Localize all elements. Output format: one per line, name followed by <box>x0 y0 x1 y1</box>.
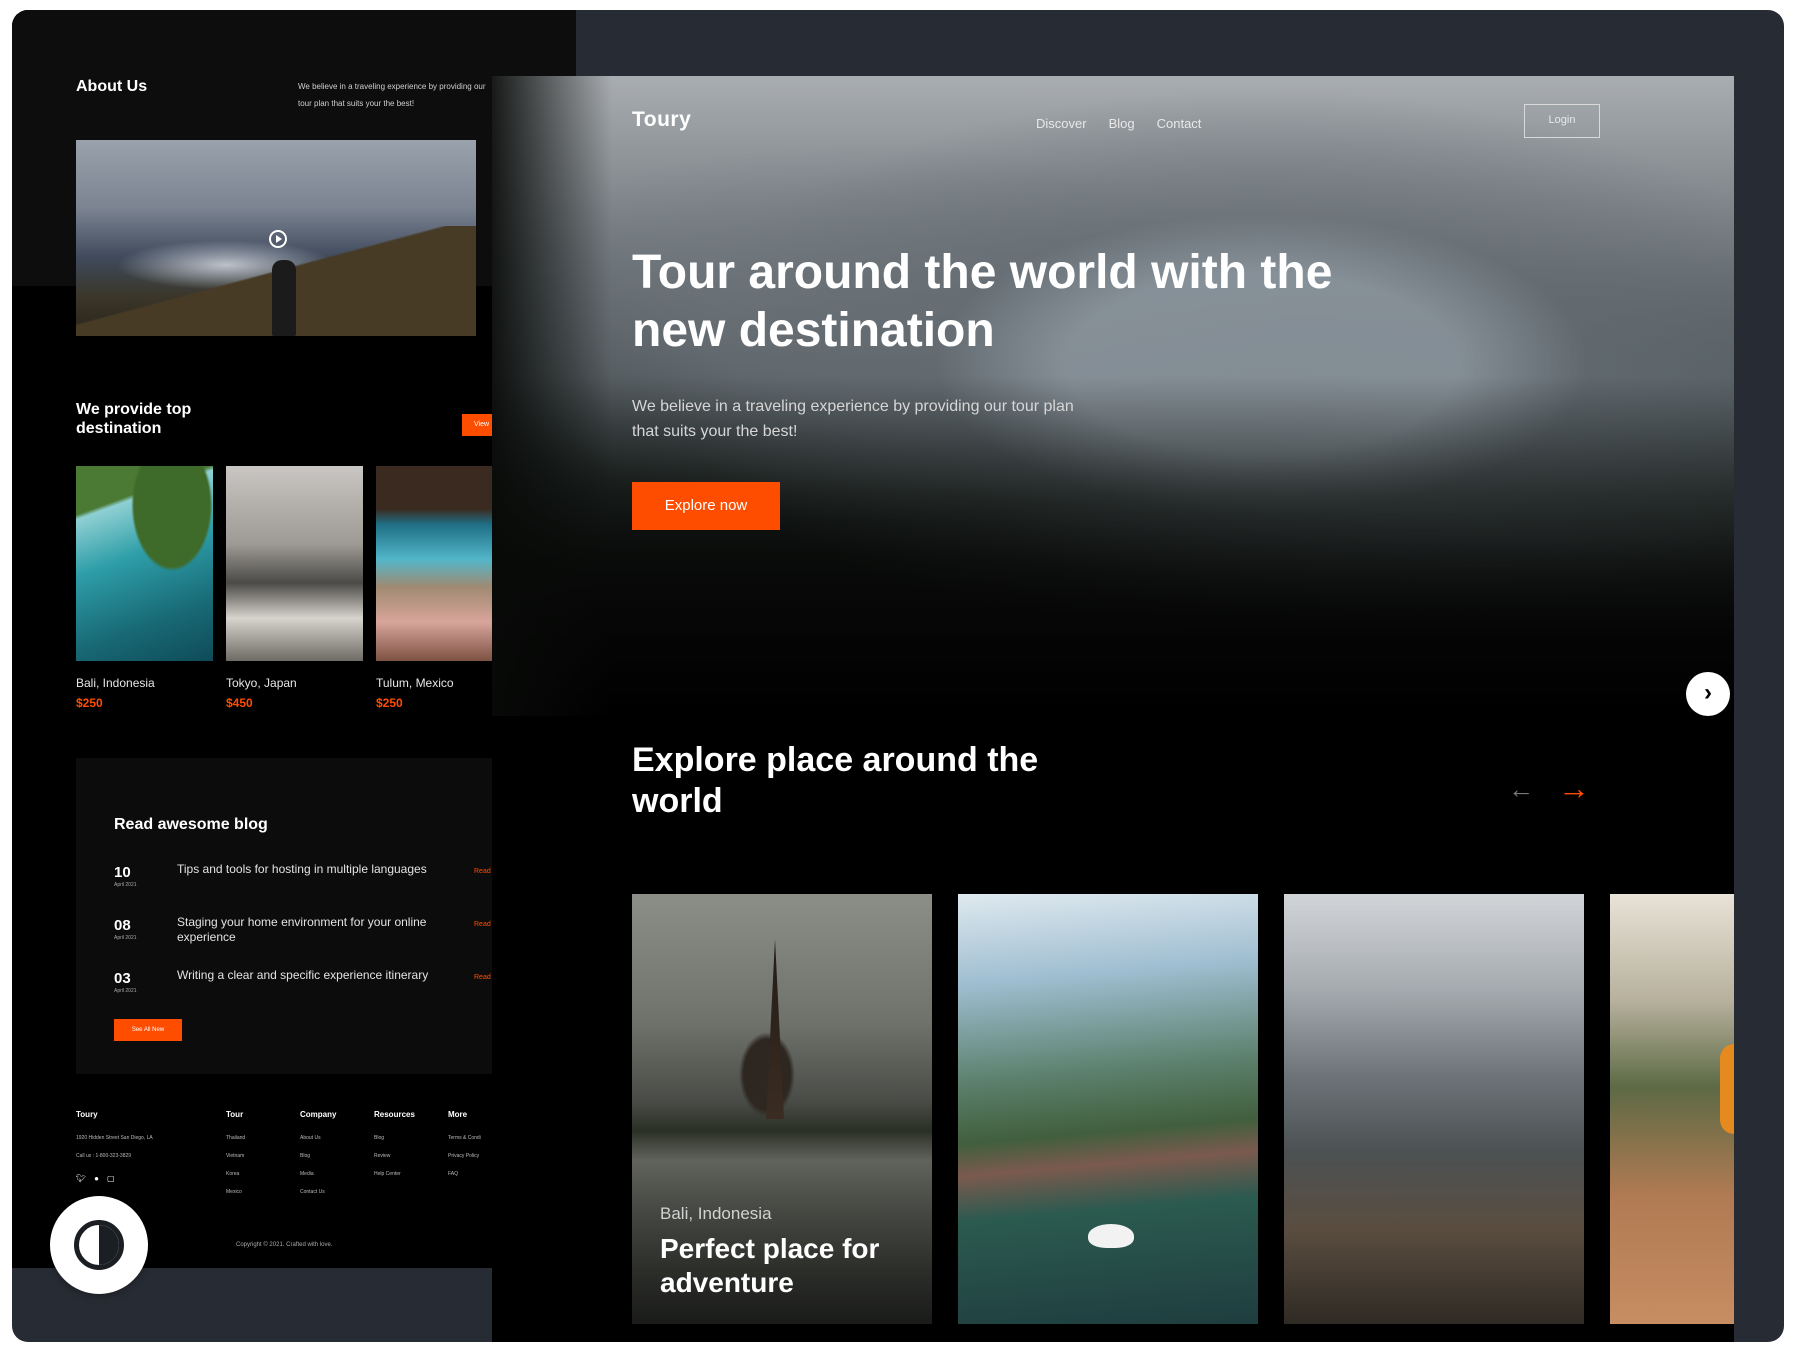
brand-logo[interactable]: Toury <box>632 108 691 132</box>
blog-read-link[interactable]: Read <box>474 868 491 875</box>
nav-discover[interactable]: Discover <box>1036 116 1087 131</box>
blog-section: Read awesome blog 10 April 2021 Tips and… <box>76 758 556 1074</box>
twitter-icon[interactable]: 🐦︎ <box>76 1174 86 1183</box>
footer-copyright: Copyright © 2021. Crafted with love. <box>236 1242 333 1248</box>
blog-day: 10 <box>114 864 131 881</box>
blog-month: April 2021 <box>114 882 137 888</box>
destination-image <box>76 466 213 661</box>
footer-link[interactable]: Contact Us <box>300 1189 336 1195</box>
footer-link[interactable]: About Us <box>300 1135 336 1141</box>
footer-column-title: Company <box>300 1110 337 1119</box>
pagoda-decoration <box>766 939 784 1119</box>
chevron-right-icon[interactable]: › <box>1686 672 1730 716</box>
blog-read-link[interactable]: Read <box>474 921 491 928</box>
blog-text: Staging your home environment for your o… <box>177 915 427 944</box>
arrow-right-icon[interactable]: → <box>1558 772 1590 804</box>
nav-blog[interactable]: Blog <box>1109 116 1135 131</box>
blog-text: Tips and tools for hosting in multiple l… <box>177 862 427 876</box>
about-title: About Us <box>76 78 148 95</box>
destinations-title: We provide top destination <box>76 401 192 437</box>
footer-column-tour: Tour Thailand Vietnam Korea Mexico <box>226 1110 245 1207</box>
destination-card[interactable]: Tokyo, Japan $450 <box>226 466 363 710</box>
footer-link[interactable]: Media <box>300 1171 336 1177</box>
footer-phone: Call us : 1-800-323-3829 <box>76 1153 132 1159</box>
blog-item[interactable]: 10 April 2021 Tips and tools for hosting… <box>114 860 514 900</box>
destination-name: Bali, Indonesia <box>76 676 155 690</box>
footer-link[interactable]: Mexico <box>226 1189 245 1195</box>
swan-decoration <box>1088 1224 1134 1248</box>
hiker-figure <box>272 260 296 336</box>
footer-column-title: More <box>448 1110 468 1119</box>
footer-brand-column: Toury 1920 Hidden Street San Diego, LA C… <box>76 1110 153 1171</box>
showcase-frame: About Us We believe in a traveling exper… <box>12 10 1784 1342</box>
footer-link[interactable]: Privacy Policy <box>448 1153 481 1159</box>
hero-headline: Tour around the world with the new desti… <box>632 246 1333 357</box>
footer-link[interactable]: Review <box>374 1153 415 1159</box>
destination-price: $250 <box>76 696 103 710</box>
blog-title: Read awesome blog <box>114 816 268 833</box>
place-card[interactable]: Bali, Indonesia Perfect place for advent… <box>632 894 932 1324</box>
footer-brand: Toury <box>76 1110 98 1119</box>
blog-text: Writing a clear and specific experience … <box>177 968 429 982</box>
footer-column-resources: Resources Blog Review Help Center <box>374 1110 415 1189</box>
about-text: We believe in a traveling experience by … <box>298 82 486 108</box>
footer-address: 1920 Hidden Street San Diego, LA <box>76 1135 153 1141</box>
footer-link[interactable]: Blog <box>300 1153 336 1159</box>
facebook-icon[interactable]: ● <box>94 1174 99 1183</box>
footer-link[interactable]: Vietnam <box>226 1153 245 1159</box>
footer-link[interactable]: Blog <box>374 1135 415 1141</box>
secondary-page-preview: About Us We believe in a traveling exper… <box>12 10 576 1268</box>
blog-day: 03 <box>114 970 131 987</box>
hero-forest-left <box>492 76 612 716</box>
main-page-preview: Toury Discover Blog Contact Login Tour a… <box>492 76 1734 1342</box>
footer-column-title: Resources <box>374 1110 415 1119</box>
footer-link[interactable]: Help Center <box>374 1171 415 1177</box>
theme-toggle-button[interactable] <box>50 1196 148 1294</box>
hero-subtext: We believe in a traveling experience by … <box>632 398 1074 440</box>
blog-month: April 2021 <box>114 935 137 941</box>
blog-day: 08 <box>114 917 131 934</box>
footer-column-title: Tour <box>226 1110 244 1119</box>
place-card[interactable] <box>1284 894 1584 1324</box>
van-decoration <box>1720 1044 1734 1134</box>
place-card[interactable] <box>958 894 1258 1324</box>
footer-link[interactable]: Terms & Condi <box>448 1135 481 1141</box>
play-icon[interactable] <box>269 230 287 248</box>
blog-month: April 2021 <box>114 988 137 994</box>
footer-link[interactable]: Thailand <box>226 1135 245 1141</box>
blog-read-link[interactable]: Read <box>474 974 491 981</box>
footer-social: 🐦︎ ● ▢ <box>76 1174 115 1183</box>
see-all-blog-button[interactable]: See All New <box>114 1019 182 1041</box>
destination-name: Tokyo, Japan <box>226 676 297 690</box>
nav-contact[interactable]: Contact <box>1157 116 1202 131</box>
destination-image <box>226 466 363 661</box>
main-nav: Discover Blog Contact <box>1036 116 1201 131</box>
explore-section-title: Explore place around the world <box>632 741 1039 820</box>
footer-link[interactable]: FAQ <box>448 1171 481 1177</box>
blog-item[interactable]: 08 April 2021 Staging your home environm… <box>114 913 514 953</box>
instagram-icon[interactable]: ▢ <box>107 1174 115 1183</box>
blog-item[interactable]: 03 April 2021 Writing a clear and specif… <box>114 966 514 1006</box>
arrow-left-icon[interactable]: ← <box>1508 776 1534 802</box>
footer-column-company: Company About Us Blog Media Contact Us <box>300 1110 336 1207</box>
place-card[interactable] <box>1610 894 1734 1324</box>
footer-link[interactable]: Korea <box>226 1171 245 1177</box>
footer-column-more: More Terms & Condi Privacy Policy FAQ <box>448 1110 481 1189</box>
login-button[interactable]: Login <box>1524 104 1600 138</box>
destination-card[interactable]: Bali, Indonesia $250 <box>76 466 213 710</box>
destination-price: $450 <box>226 696 253 710</box>
explore-now-button[interactable]: Explore now <box>632 482 780 530</box>
place-card-title: Perfect place for adventure <box>660 1233 880 1298</box>
about-video[interactable] <box>76 140 476 336</box>
contrast-icon <box>74 1220 124 1270</box>
place-card-location: Bali, Indonesia <box>660 1204 772 1223</box>
